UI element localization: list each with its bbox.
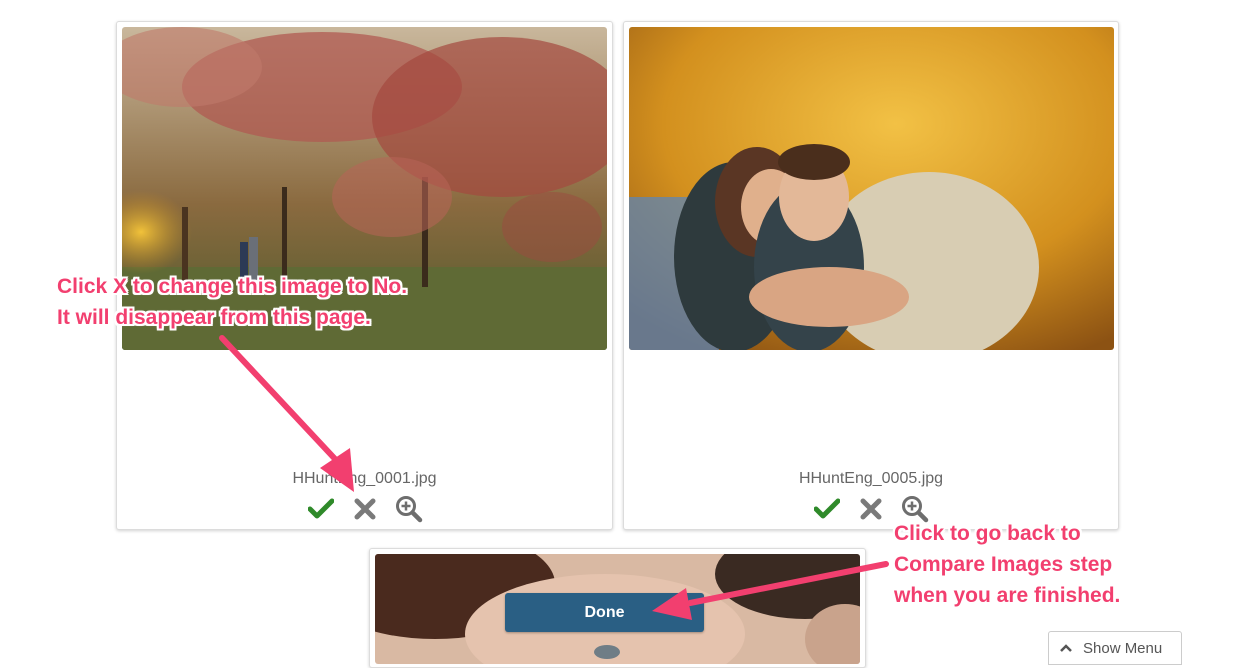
show-menu-button[interactable]: Show Menu xyxy=(1048,631,1182,665)
x-icon[interactable] xyxy=(856,494,886,524)
show-menu-label: Show Menu xyxy=(1083,639,1163,657)
checkmark-icon[interactable] xyxy=(306,494,336,524)
done-button[interactable]: Done xyxy=(505,593,704,632)
photo-couple-embrace[interactable] xyxy=(629,27,1114,350)
x-icon[interactable] xyxy=(350,494,380,524)
image-card-2: HHuntEng_0005.jpg xyxy=(623,21,1119,530)
image-filename: HHuntEng_0001.jpg xyxy=(292,470,437,487)
annotation-done-tip: Click to go back to Compare Images step … xyxy=(894,522,1121,607)
annotation-x-tip: Click X to change this image to No. It w… xyxy=(57,275,408,329)
chevron-up-icon xyxy=(1059,643,1073,653)
image-filename: HHuntEng_0005.jpg xyxy=(798,470,944,487)
image-actions xyxy=(117,494,612,524)
checkmark-icon[interactable] xyxy=(812,494,842,524)
zoom-in-icon[interactable] xyxy=(394,494,424,524)
